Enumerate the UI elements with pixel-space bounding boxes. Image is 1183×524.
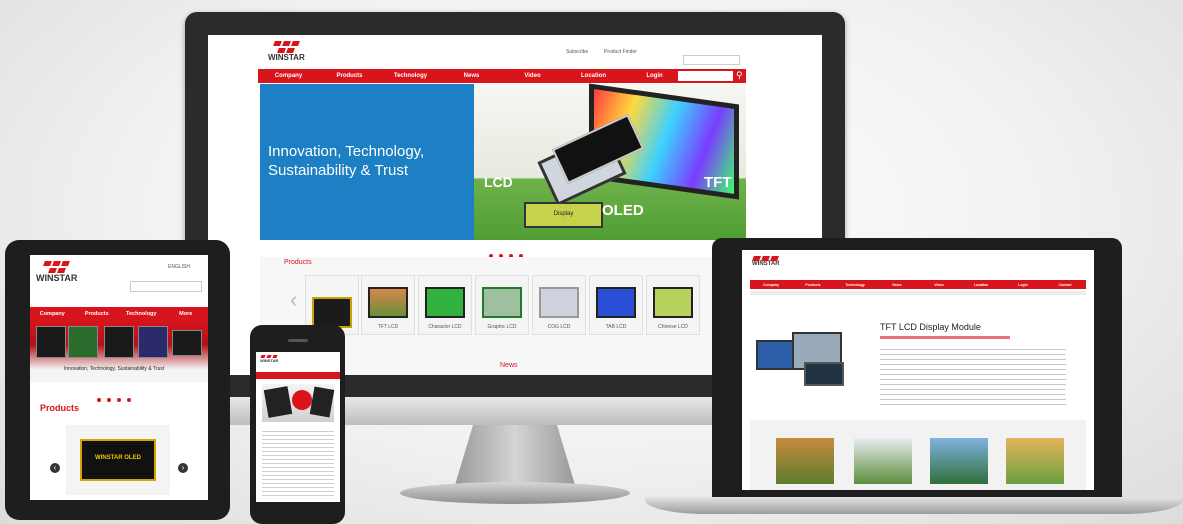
phone-nav[interactable] [256,372,340,379]
laptop-subtitle-line [880,336,1010,339]
tablet-logo[interactable]: WINSTAR [36,261,77,283]
product-thumb-2-label: Character LCD [428,324,462,330]
desktop-logo[interactable]: WINSTAR [268,41,305,62]
product-thumb-1[interactable]: TFT LCD [361,275,415,335]
desktop-hero-left: Innovation, Technology, Sustainability &… [260,84,474,240]
laptop-page-title: TFT LCD Display Module [880,322,981,332]
laptop-gallery-item-3[interactable] [1006,438,1064,484]
product-thumb-4[interactable]: COG LCD [532,275,586,335]
laptop-gallery [750,420,1086,490]
phone-logo[interactable]: WINSTAR [260,355,278,363]
phone-screen: WINSTAR [256,352,340,502]
tablet-nav-more[interactable]: More [164,311,209,317]
monitor-stand-base [400,482,630,504]
product-thumb-3-label: Graphic LCD [487,324,517,330]
desktop-nav-technology[interactable]: Technology [380,73,441,79]
desktop-nav-search[interactable] [678,71,733,81]
laptop-product-image [756,332,846,392]
tablet-product-card[interactable]: WINSTAR OLED [66,425,170,495]
subscribe-link[interactable]: Subscribe [566,49,588,55]
tablet-products-heading: Products [40,403,80,413]
tablet-nav-products[interactable]: Products [75,311,120,317]
phone-body-text [262,428,334,498]
desktop-top-link-1[interactable]: Product Finder [604,49,637,55]
tablet-screen: WINSTAR ENGLISH Company Products Technol… [30,255,208,500]
desktop-nav-products[interactable]: Products [319,73,380,79]
product-thumb-4-label: COG LCD [547,324,571,330]
product-thumb-2[interactable]: Character LCD [418,275,472,335]
phone-speaker [288,339,308,342]
laptop-screen: WINSTAR Company Products Technology News… [742,250,1094,490]
laptop-nav-video[interactable]: Video [918,283,960,287]
tablet-language[interactable]: ENGLISH [168,264,190,270]
laptop-nav: Company Products Technology News Video L… [750,280,1086,289]
laptop-subnav [750,291,1086,295]
product-thumb-3[interactable]: Graphic LCD [475,275,529,335]
desktop-nav-login[interactable]: Login [624,73,685,79]
laptop-nav-login[interactable]: Login [1002,283,1044,287]
laptop-logo[interactable]: WINSTAR [752,256,780,267]
desktop-news-heading: News [500,362,518,369]
laptop-nav-contact[interactable]: Contact [1044,283,1086,287]
desktop-search-box[interactable] [683,55,740,65]
tablet-search-box[interactable] [130,281,202,292]
product-thumb-6[interactable]: Chinese LCD [646,275,700,335]
laptop-gallery-item-1[interactable] [854,438,912,484]
search-icon[interactable]: ⚲ [736,70,743,81]
tablet-nav-technology[interactable]: Technology [119,311,164,317]
desktop-hero-text: Innovation, Technology, Sustainability &… [268,143,425,179]
monitor-stand-neck [455,425,575,485]
laptop-nav-news[interactable]: News [876,283,918,287]
laptop-body-text [880,345,1066,405]
desktop-logo-text: WINSTAR [268,53,305,62]
lcd-label: LCD [484,174,513,190]
desktop-nav-company[interactable]: Company [258,73,319,79]
product-thumb-5[interactable]: TAB LCD [589,275,643,335]
laptop-gallery-item-0[interactable] [776,438,834,484]
desktop-products-heading: Products [284,259,312,266]
chevron-left-icon[interactable]: ‹ [290,287,297,313]
tablet-hero-text: Innovation, Technology, Sustainability &… [64,366,165,372]
tablet-nav-company[interactable]: Company [30,311,75,317]
phone-hero [262,384,335,422]
desktop-hero-right: TFT LCD Display OLED [474,83,746,240]
laptop-logo-text: WINSTAR [752,261,780,267]
desktop-nav-location[interactable]: Location [563,73,624,79]
desktop-header: WINSTAR Subscribe Product Finder [208,35,822,68]
desktop-top-link-0[interactable]: Subscribe [566,49,588,55]
product-thumb-5-label: TAB LCD [605,324,627,330]
oled-label: OLED [602,202,644,219]
tablet-nav: Company Products Technology More [30,307,208,320]
laptop-base [645,497,1183,514]
laptop-nav-company[interactable]: Company [750,283,792,287]
tablet-carousel-dots[interactable] [94,389,134,407]
product-finder-link[interactable]: Product Finder [604,49,637,55]
product-thumb-1-label: TFT LCD [377,324,399,330]
character-lcd-image: Display [524,202,603,228]
laptop-nav-technology[interactable]: Technology [834,283,876,287]
laptop-gallery-item-2[interactable] [930,438,988,484]
tablet-oled-image: WINSTAR OLED [80,439,156,481]
tablet-hero: Innovation, Technology, Sustainability &… [30,320,208,382]
laptop-nav-products[interactable]: Products [792,283,834,287]
chevron-right-icon[interactable]: › [178,463,188,473]
desktop-nav: Company Products Technology News Video L… [258,69,746,83]
desktop-nav-video[interactable]: Video [502,73,563,79]
tablet-logo-text: WINSTAR [36,273,78,283]
desktop-nav-news[interactable]: News [441,73,502,79]
laptop-nav-location[interactable]: Location [960,283,1002,287]
phone-logo-text: WINSTAR [260,358,279,363]
tft-label: TFT [704,174,732,191]
chevron-left-icon[interactable]: ‹ [50,463,60,473]
product-thumb-6-label: Chinese LCD [658,324,688,330]
